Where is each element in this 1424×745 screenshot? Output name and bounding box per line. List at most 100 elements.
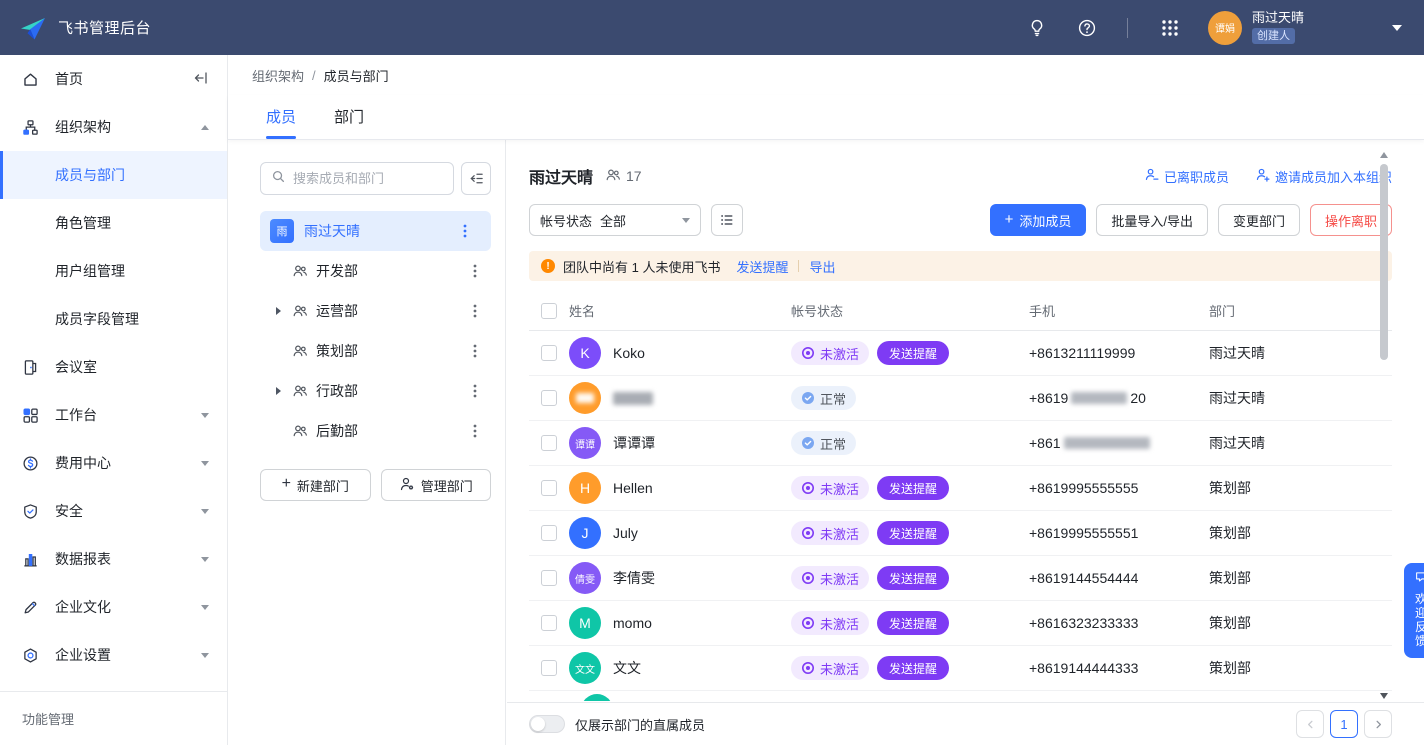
feedback-bubble-icon	[1415, 570, 1424, 588]
page-number-button[interactable]: 1	[1330, 710, 1358, 738]
sidebar-item-费用中心[interactable]: 费用中心	[0, 439, 227, 487]
create-department-button[interactable]: + 新建部门	[260, 469, 371, 501]
account-status-filter[interactable]: 帐号状态 全部	[529, 204, 701, 236]
sidebar-item-feature-management[interactable]: 功能管理	[0, 691, 227, 745]
person-plus-icon	[1255, 167, 1270, 185]
tree-node-label: 后勤部	[316, 421, 358, 441]
manage-department-button[interactable]: 管理部门	[381, 469, 492, 501]
user-avatar[interactable]: 谭娟	[1208, 11, 1242, 45]
send-reminder-button[interactable]: 发送提醒	[877, 521, 949, 545]
feedback-tab[interactable]: 欢迎反馈	[1404, 563, 1424, 658]
member-table: 姓名 帐号状态 手机 部门 KKoko未激活发送提醒+8613211119999…	[529, 291, 1392, 701]
row-checkbox[interactable]	[541, 390, 557, 406]
more-actions-icon[interactable]	[473, 343, 491, 359]
department-icon	[292, 303, 308, 319]
tree-node-开发部[interactable]: 开发部	[260, 251, 491, 291]
column-settings-icon[interactable]	[711, 204, 743, 236]
chevron-down-icon	[682, 218, 690, 223]
change-department-button[interactable]: 变更部门	[1218, 204, 1300, 236]
status-badge: 未激活	[791, 341, 869, 365]
help-icon[interactable]	[1069, 10, 1105, 46]
add-member-button[interactable]: + 添加成员	[990, 204, 1087, 236]
next-page-button[interactable]	[1364, 710, 1392, 738]
person-minus-icon	[1144, 167, 1159, 185]
sidebar-item-label: 用户组管理	[55, 261, 125, 281]
more-actions-icon[interactable]	[463, 223, 481, 239]
plus-icon: +	[1005, 212, 1014, 227]
invite-members-link[interactable]: 邀请成员加入本组织	[1255, 167, 1392, 186]
search-input[interactable]	[293, 171, 443, 186]
sidebar-item-组织架构[interactable]: 组织架构	[0, 103, 227, 151]
send-reminder-link[interactable]: 发送提醒	[736, 257, 788, 276]
row-checkbox[interactable]	[541, 435, 557, 451]
resigned-members-label: 已离职成员	[1164, 167, 1229, 186]
sidebar-item-企业设置[interactable]: 企业设置	[0, 631, 227, 679]
collapse-panel-icon[interactable]	[461, 162, 491, 195]
scroll-down-icon[interactable]	[1380, 693, 1388, 699]
sidebar-item-数据报表[interactable]: 数据报表	[0, 535, 227, 583]
more-actions-icon[interactable]	[473, 423, 491, 439]
expand-caret-icon[interactable]	[276, 307, 281, 315]
scroll-up-icon[interactable]	[1380, 152, 1388, 158]
tree-node-后勤部[interactable]: 后勤部	[260, 411, 491, 451]
column-header-status: 帐号状态	[791, 301, 1029, 320]
row-checkbox[interactable]	[541, 525, 557, 541]
tab-members[interactable]: 成员	[266, 94, 296, 139]
select-all-checkbox[interactable]	[541, 303, 557, 319]
sidebar-item-用户组管理[interactable]: 用户组管理	[0, 247, 227, 295]
sidebar-item-成员与部门[interactable]: 成员与部门	[0, 151, 227, 199]
sidebar-item-会议室[interactable]: 会议室	[0, 343, 227, 391]
more-actions-icon[interactable]	[473, 263, 491, 279]
breadcrumb: 组织架构 / 成员与部门	[228, 55, 1424, 95]
row-checkbox[interactable]	[541, 660, 557, 676]
member-avatar	[581, 694, 613, 701]
prev-page-button[interactable]	[1296, 710, 1324, 738]
sidebar-item-角色管理[interactable]: 角色管理	[0, 199, 227, 247]
resigned-members-link[interactable]: 已离职成员	[1144, 167, 1229, 186]
tree-node-行政部[interactable]: 行政部	[260, 371, 491, 411]
member-phone: +8619995555551	[1029, 525, 1209, 541]
send-reminder-button[interactable]: 发送提醒	[877, 611, 949, 635]
tab-departments[interactable]: 部门	[334, 94, 364, 139]
send-reminder-button[interactable]: 发送提醒	[877, 566, 949, 590]
member-row: 正常+861920雨过天晴	[529, 376, 1392, 421]
batch-import-export-button[interactable]: 批量导入/导出	[1096, 204, 1208, 236]
expand-caret-icon[interactable]	[276, 387, 281, 395]
tree-node-运营部[interactable]: 运营部	[260, 291, 491, 331]
page: 组织架构 / 成员与部门 成员 部门 雨雨过天晴开发部运营部策划部行政部后勤部	[228, 55, 1424, 745]
export-link[interactable]: 导出	[809, 257, 835, 276]
member-name: 谭谭谭	[613, 433, 655, 453]
more-actions-icon[interactable]	[473, 303, 491, 319]
member-count: 17	[605, 167, 642, 186]
status-badge: 未激活	[791, 521, 869, 545]
sidebar-item-成员字段管理[interactable]: 成员字段管理	[0, 295, 227, 343]
send-reminder-button[interactable]: 发送提醒	[877, 656, 949, 680]
breadcrumb-section[interactable]: 组织架构	[252, 66, 304, 85]
sidebar-item-label: 成员与部门	[55, 165, 125, 185]
lightbulb-icon[interactable]	[1019, 10, 1055, 46]
sidebar-item-工作台[interactable]: 工作台	[0, 391, 227, 439]
direct-members-toggle[interactable]	[529, 715, 565, 733]
sidebar-item-安全[interactable]: 安全	[0, 487, 227, 535]
sidebar-item-企业文化[interactable]: 企业文化	[0, 583, 227, 631]
tree-node-root[interactable]: 雨雨过天晴	[260, 211, 491, 251]
send-reminder-button[interactable]: 发送提醒	[877, 476, 949, 500]
sidebar-collapse-icon[interactable]	[193, 70, 209, 89]
member-department: 策划部	[1209, 658, 1392, 678]
filter-value: 全部	[600, 211, 626, 230]
app-grid-icon[interactable]	[1152, 10, 1188, 46]
scrollbar-thumb[interactable]	[1380, 164, 1388, 360]
sidebar-item-首页[interactable]: 首页	[0, 55, 227, 103]
tree-node-策划部[interactable]: 策划部	[260, 331, 491, 371]
row-checkbox[interactable]	[541, 615, 557, 631]
user-menu-caret-icon[interactable]	[1392, 25, 1402, 31]
row-checkbox[interactable]	[541, 345, 557, 361]
row-checkbox[interactable]	[541, 570, 557, 586]
member-name: Hellen	[613, 480, 653, 496]
alert-text: 团队中尚有 1 人未使用飞书	[563, 257, 720, 276]
meeting-icon	[22, 359, 39, 376]
more-actions-icon[interactable]	[473, 383, 491, 399]
send-reminder-button[interactable]: 发送提醒	[877, 341, 949, 365]
user-info[interactable]: 雨过天晴 创建人	[1252, 11, 1304, 44]
row-checkbox[interactable]	[541, 480, 557, 496]
